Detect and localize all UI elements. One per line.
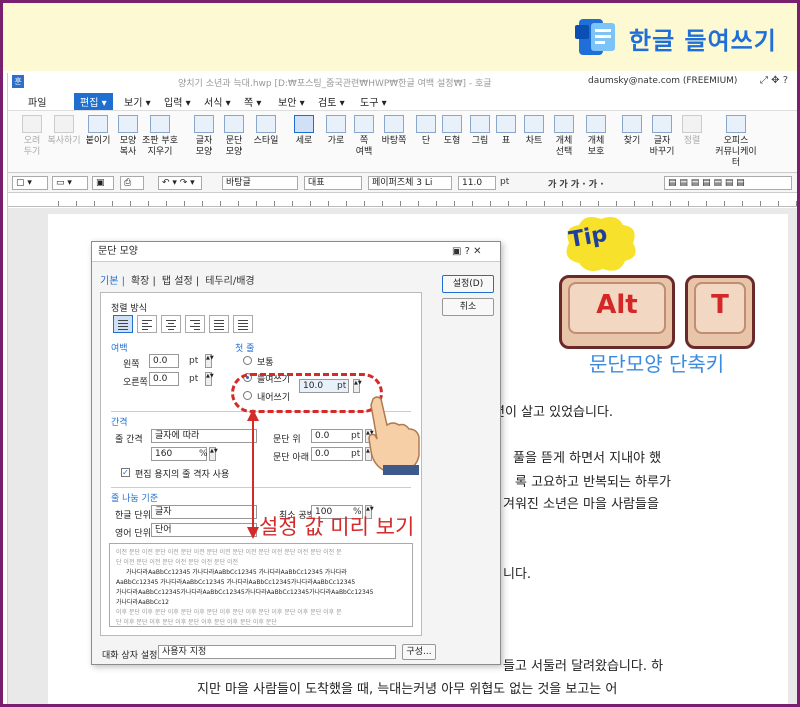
annotation-arrows bbox=[247, 409, 259, 539]
pointing-hand-icon bbox=[368, 396, 420, 475]
preview-caption: 설정 값 미리 보기 bbox=[259, 515, 415, 539]
screenshot-frame: 한글 들여쓰기 훈 양치기 소년과 늑대.hwp [D:₩포스팅_줌국관련₩HW… bbox=[0, 0, 800, 707]
arrow-up-head bbox=[247, 409, 259, 421]
arrow-down-head bbox=[247, 527, 259, 539]
